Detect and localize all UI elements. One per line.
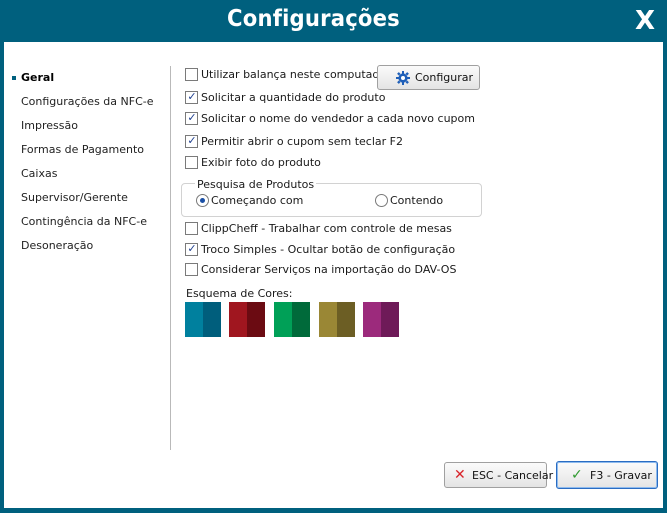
sidebar-item-contingencia-nfce[interactable]: Contingência da NFC-e — [4, 210, 164, 234]
checkbox-box: ✓ — [185, 134, 198, 148]
window-bottom-border — [0, 508, 667, 513]
checkbox-label: ClippCheff - Trabalhar com controle de m… — [201, 222, 452, 235]
checkmark-icon: ✓ — [571, 467, 583, 483]
checkmark-icon: ✓ — [187, 134, 197, 147]
checkbox-box: ✓ — [185, 90, 198, 104]
active-bullet-icon — [12, 76, 16, 80]
sidebar-item-caixas[interactable]: Caixas — [4, 162, 164, 186]
sidebar-divider — [170, 66, 171, 450]
swatch-dark-half — [203, 302, 221, 337]
checkbox-box — [185, 222, 198, 235]
checkbox-label: Considerar Serviços na importação do DAV… — [201, 263, 457, 276]
sidebar-item-label: Desoneração — [21, 239, 94, 252]
save-button[interactable]: ✓ F3 - Gravar — [556, 461, 658, 489]
configurar-button[interactable]: Configurar — [377, 65, 480, 90]
radio-label: Contendo — [390, 194, 444, 207]
checkbox-label: Utilizar balança neste computador — [201, 68, 391, 81]
radio-selected-dot — [200, 198, 205, 203]
pesquisa-group-title: Pesquisa de Produtos — [195, 178, 317, 191]
sidebar-item-label: Impressão — [21, 119, 78, 132]
sidebar-item-impressao[interactable]: Impressão — [4, 114, 164, 138]
swatch-light-half — [363, 302, 381, 337]
radio-button — [196, 194, 209, 207]
color-schemes-title: Esquema de Cores: — [186, 287, 293, 300]
sidebar-item-supervisor-gerente[interactable]: Supervisor/Gerente — [4, 186, 164, 210]
sidebar-item-formas-pagamento[interactable]: Formas de Pagamento — [4, 138, 164, 162]
checkmark-icon: ✓ — [187, 90, 197, 103]
sidebar-item-label: Configurações da NFC-e — [21, 95, 154, 108]
window-title: Configurações — [227, 6, 400, 32]
swatch-dark-half — [337, 302, 355, 337]
sidebar-item-label: Supervisor/Gerente — [21, 191, 128, 204]
swatch-dark-half — [381, 302, 399, 337]
checkbox-box — [185, 156, 198, 169]
sidebar-item-desoneracao[interactable]: Desoneração — [4, 234, 164, 258]
checkbox-label: Exibir foto do produto — [201, 156, 321, 169]
color-scheme-swatch-red[interactable] — [229, 302, 265, 337]
color-scheme-swatch-green[interactable] — [274, 302, 310, 337]
sidebar-item-label: Formas de Pagamento — [21, 143, 145, 156]
save-button-label: F3 - Gravar — [590, 469, 652, 482]
checkbox-label: Solicitar a quantidade do produto — [201, 91, 386, 104]
close-button[interactable]: X — [623, 0, 667, 42]
sidebar-item-label: Contingência da NFC-e — [21, 215, 147, 228]
radio-button — [375, 194, 388, 207]
checkbox-label: Troco Simples - Ocultar botão de configu… — [201, 243, 456, 256]
color-scheme-swatch-teal[interactable] — [185, 302, 221, 337]
cancel-button-label: ESC - Cancelar — [472, 469, 554, 482]
checkmark-icon: ✓ — [187, 111, 197, 124]
checkbox-label: Permitir abrir o cupom sem teclar F2 — [201, 135, 403, 148]
swatch-light-half — [185, 302, 203, 337]
sidebar-item-configuracoes-nfce[interactable]: Configurações da NFC-e — [4, 90, 164, 114]
swatch-light-half — [229, 302, 247, 337]
checkbox-box: ✓ — [185, 242, 198, 256]
swatch-light-half — [319, 302, 337, 337]
swatch-light-half — [274, 302, 292, 337]
swatch-dark-half — [247, 302, 265, 337]
settings-sidebar: Geral Configurações da NFC-e Impressão F… — [4, 66, 164, 258]
sidebar-item-label: Geral — [21, 71, 55, 84]
sidebar-item-geral[interactable]: Geral — [4, 66, 164, 90]
checkmark-icon: ✓ — [187, 242, 197, 255]
checkbox-label: Solicitar o nome do vendedor a cada novo… — [201, 112, 475, 125]
color-scheme-swatch-purple[interactable] — [363, 302, 399, 337]
checkbox-box: ✓ — [185, 111, 198, 125]
checkbox-box — [185, 68, 198, 81]
radio-label: Começando com — [211, 194, 304, 207]
sidebar-item-label: Caixas — [21, 167, 58, 180]
configurar-button-label: Configurar — [415, 71, 474, 84]
title-bar: Configurações X — [0, 0, 667, 42]
gear-icon — [396, 71, 410, 85]
close-icon: ✕ — [454, 467, 466, 483]
checkbox-box — [185, 263, 198, 276]
color-scheme-swatch-olive[interactable] — [319, 302, 355, 337]
swatch-dark-half — [292, 302, 310, 337]
cancel-button[interactable]: ✕ ESC - Cancelar — [444, 462, 553, 488]
